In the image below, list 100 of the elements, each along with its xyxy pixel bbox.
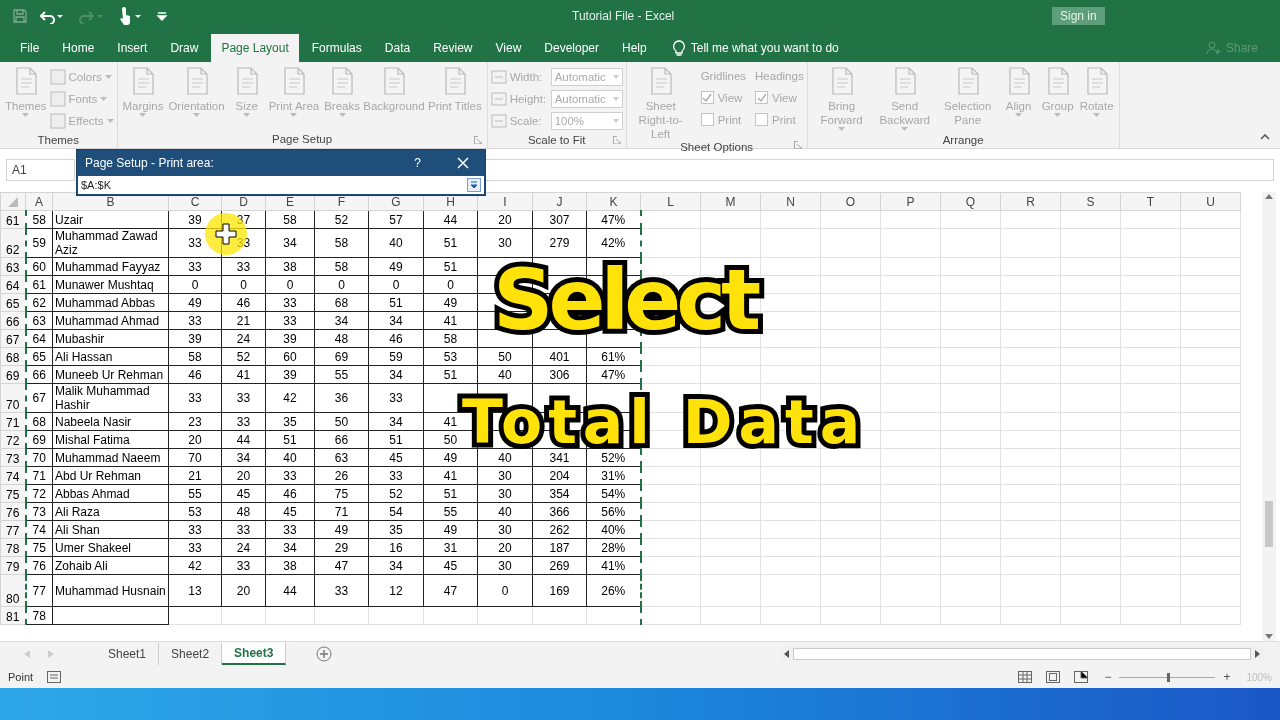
column-header[interactable]: P [880, 192, 941, 211]
normal-view-icon[interactable] [1018, 671, 1033, 683]
table-cell: 401 [549, 349, 570, 364]
table-cell: 33 [188, 391, 202, 405]
table-cell: 58 [32, 212, 46, 227]
column-header[interactable]: O [820, 192, 881, 211]
table-cell: Mishal Fatima [55, 432, 130, 447]
ribbon-tab[interactable]: Page Layout [211, 34, 299, 62]
table-cell: 34 [236, 450, 251, 465]
table-cell: 39 [283, 367, 297, 382]
table-cell: 48 [334, 331, 349, 346]
sheet-tab[interactable]: Sheet3 [222, 643, 287, 665]
slider-thumb[interactable] [1167, 672, 1171, 682]
name-box[interactable]: A1 [6, 159, 75, 181]
scroll-thumb[interactable] [1265, 501, 1273, 547]
table-cell: 40 [283, 450, 297, 465]
table-cell: 46 [188, 367, 202, 382]
column-header[interactable]: R [1000, 192, 1061, 211]
collapse-ribbon-icon[interactable] [1260, 134, 1270, 140]
table-cell: 41% [601, 558, 626, 573]
row-header[interactable]: 70 [0, 383, 26, 413]
table-cell: 36 [334, 391, 349, 405]
table-cell: 33 [236, 414, 251, 429]
column-header[interactable]: J [532, 192, 587, 211]
table-cell: 20 [498, 540, 512, 555]
ribbon-tab[interactable]: Review [423, 34, 483, 62]
zoom-out-button[interactable]: − [1102, 670, 1114, 684]
scale-icon [490, 68, 507, 85]
column-header[interactable]: A [25, 192, 53, 211]
macro-record-icon[interactable] [47, 671, 62, 683]
table-cell: 46 [389, 331, 403, 346]
table-cell: 34 [389, 558, 403, 573]
table-cell: 66 [32, 367, 46, 382]
tell-me-search[interactable]: Tell me what you want to do [690, 41, 839, 55]
table-cell: 307 [549, 212, 570, 227]
ribbon-tab[interactable]: File [10, 34, 50, 62]
scroll-up-icon[interactable] [1265, 194, 1273, 199]
table-cell: 33 [188, 236, 202, 250]
help-button[interactable]: ? [408, 155, 427, 171]
ribbon-tab[interactable]: Formulas [301, 34, 372, 62]
ribbon-tab[interactable]: Insert [107, 34, 158, 62]
column-header[interactable]: U [1180, 192, 1241, 211]
collapse-dialog-icon[interactable] [467, 178, 481, 192]
customize-icon[interactable] [156, 10, 168, 22]
column-header[interactable]: Q [940, 192, 1001, 211]
table-cell: 42 [188, 558, 202, 573]
table-cell: 45 [443, 558, 458, 573]
scroll-down-icon[interactable] [1265, 634, 1273, 639]
ribbon-tab[interactable]: Home [52, 34, 105, 62]
table-cell: 76 [32, 558, 46, 573]
ribbon-tab[interactable]: Help [612, 34, 657, 62]
table-cell: 60 [283, 349, 297, 364]
table-cell: 23 [188, 414, 202, 429]
table-cell: 70 [32, 450, 46, 465]
table-cell: 33 [188, 313, 202, 328]
table-cell: Muhammad Fayyaz [55, 259, 161, 274]
scroll-left-icon[interactable] [784, 650, 789, 658]
table-cell: 44 [236, 432, 251, 447]
table-cell: 16 [389, 540, 403, 555]
button-label: Colors [68, 70, 102, 83]
column-header[interactable]: S [1060, 192, 1121, 211]
page-break-view-icon[interactable] [1074, 671, 1089, 683]
column-header[interactable]: I [477, 192, 533, 211]
table-cell: 269 [549, 558, 570, 573]
caret-icon [612, 74, 619, 79]
ribbon-tab[interactable]: Data [374, 34, 421, 62]
ribbon-tab[interactable]: Draw [160, 34, 209, 62]
sheet-tab[interactable]: Sheet1 [96, 643, 160, 665]
row-header[interactable]: 62 [0, 228, 26, 258]
scroll-right-icon[interactable] [1255, 650, 1260, 658]
table-cell: 53 [443, 349, 458, 364]
column-header[interactable]: T [1120, 192, 1181, 211]
horizontal-scrollbar[interactable] [793, 648, 1251, 660]
table-cell: 60 [32, 259, 46, 274]
table-cell: Abd Ur Rehman [55, 468, 142, 483]
person-icon [1205, 41, 1222, 55]
add-sheet-icon[interactable] [316, 646, 333, 662]
table-cell: 69 [334, 349, 349, 364]
table-cell: 24 [236, 331, 251, 346]
checkmark-icon [702, 92, 713, 103]
column-header[interactable]: M [700, 192, 761, 211]
table-cell: 33 [236, 391, 251, 405]
row-header[interactable]: 80 [0, 574, 26, 607]
column-header[interactable]: K [586, 192, 641, 211]
table-cell: 0 [501, 583, 509, 598]
table-cell: 33 [283, 313, 297, 328]
zoom-in-button[interactable]: + [1221, 670, 1233, 684]
table-cell: 20 [236, 468, 251, 483]
table-cell: 28% [601, 540, 626, 555]
ribbon-tab[interactable]: View [485, 34, 532, 62]
column-header[interactable]: L [640, 192, 701, 211]
ribbon-tab[interactable]: Developer [534, 34, 609, 62]
close-icon[interactable] [457, 157, 469, 169]
column-header[interactable]: N [760, 192, 821, 211]
table-cell: Muhammad Abbas [55, 295, 156, 310]
page-layout-view-icon[interactable] [1046, 671, 1061, 683]
table-cell: 48 [236, 504, 251, 519]
undo-icon[interactable] [40, 8, 66, 24]
table-cell: 52 [334, 212, 349, 227]
table-cell: 41 [443, 468, 458, 483]
